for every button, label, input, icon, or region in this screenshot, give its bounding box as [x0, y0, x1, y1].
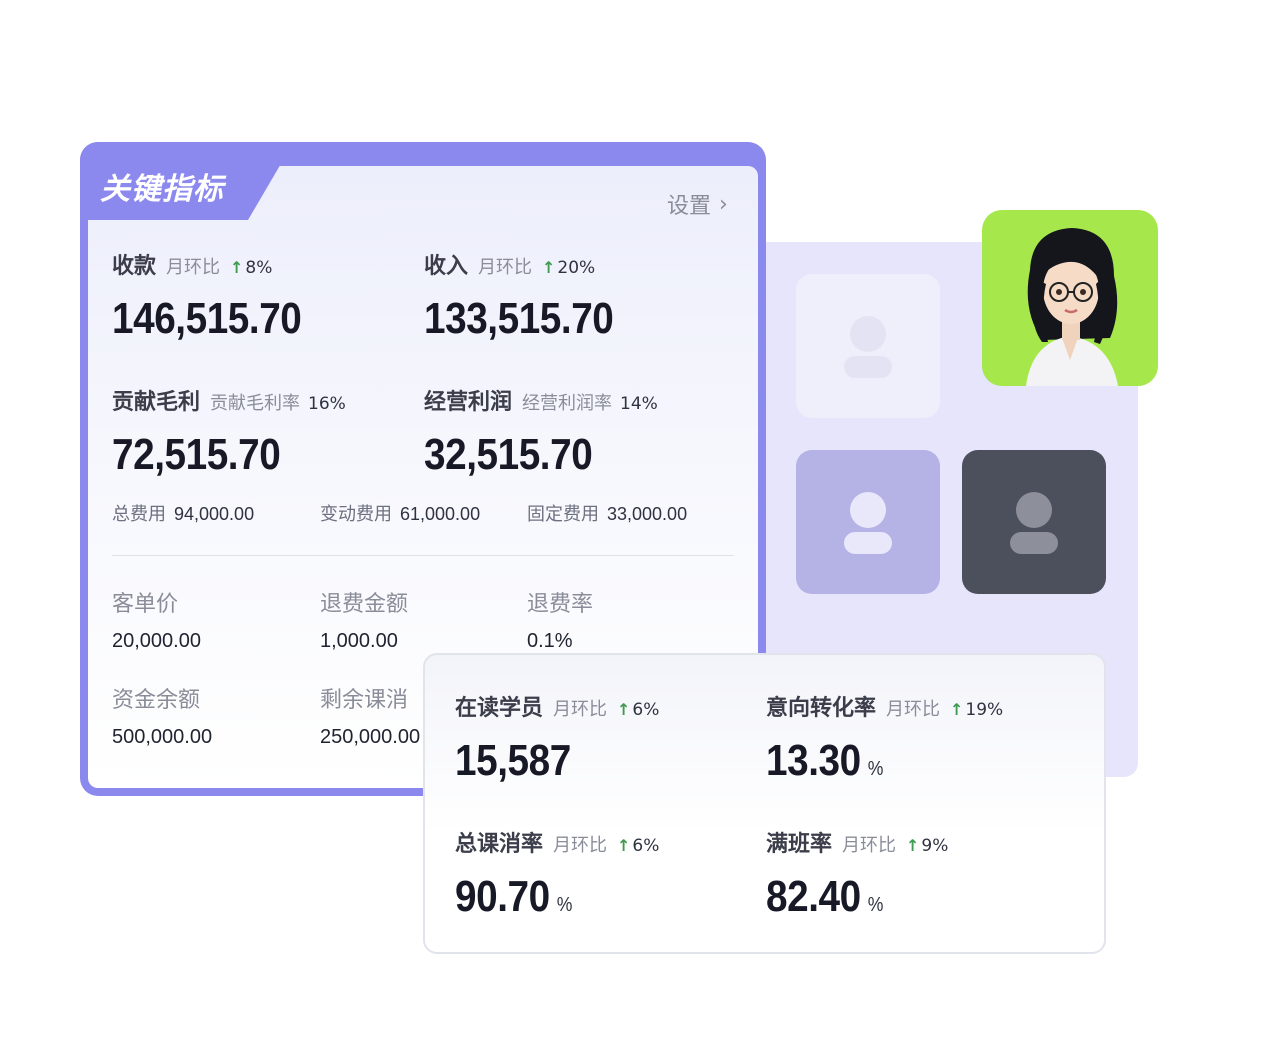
metric-name: 满班率	[766, 832, 833, 857]
trend-value: 20%	[557, 258, 596, 278]
metric-full-class-rate: 满班率 月环比 ↑ 9% 82.40%	[766, 826, 948, 922]
metric-name: 总课消率	[455, 832, 544, 857]
metric-value: 133,515.70	[424, 294, 614, 343]
fee-fixed: 固定费用 33,000.00	[527, 500, 687, 526]
metric-remaining-lessons: 剩余课消 250,000.00	[320, 682, 420, 749]
user-icon	[844, 316, 892, 378]
metric-label: 退费金额	[320, 592, 409, 617]
settings-link[interactable]: 设置 ›	[667, 188, 728, 220]
metric-unit: %	[867, 758, 884, 780]
trend-value: 19%	[965, 700, 1004, 720]
fee-value: 94,000.00	[174, 504, 255, 524]
arrow-up-icon: ↑	[950, 700, 964, 719]
fee-label: 固定费用	[527, 504, 599, 525]
trend-value: 6%	[632, 836, 660, 856]
metric-value: 20,000.00	[112, 630, 201, 652]
trend-indicator: ↑ 9%	[906, 836, 948, 856]
settings-label: 设置	[667, 194, 712, 219]
metric-value: 72,515.70	[112, 430, 281, 479]
trend-value: 8%	[245, 258, 273, 278]
metric-name: 贡献毛利	[112, 390, 201, 415]
metric-name: 意向转化率	[766, 696, 877, 721]
divider	[112, 555, 734, 556]
metric-operating-profit: 经营利润 经营利润率 14% 32,515.70	[424, 384, 658, 480]
metric-value: 82.40%	[766, 872, 927, 922]
metric-lesson-consumption-rate: 总课消率 月环比 ↑ 6% 90.70%	[455, 826, 659, 922]
metric-refund-amount: 退费金额 1,000.00	[320, 586, 408, 653]
fee-label: 变动费用	[320, 504, 392, 525]
card-title: 关键指标	[100, 172, 224, 207]
metric-value: 146,515.70	[112, 294, 302, 343]
chevron-right-icon: ›	[719, 191, 728, 217]
metric-value: 1,000.00	[320, 630, 398, 652]
trend-indicator: ↑ 6%	[617, 700, 659, 720]
metric-compare-label: 月环比	[842, 835, 897, 856]
trend-value: 6%	[632, 700, 660, 720]
avatar-placeholder-purple	[796, 450, 940, 594]
metric-name: 收款	[112, 254, 157, 279]
metric-value: 250,000.00	[320, 726, 421, 748]
trend-value: 9%	[921, 836, 949, 856]
metric-name: 经营利润	[424, 390, 513, 415]
arrow-up-icon: ↑	[617, 700, 631, 719]
metric-value: 13.30%	[766, 736, 975, 786]
avatar-placeholder-light	[796, 274, 940, 418]
metric-compare-label: 月环比	[553, 835, 608, 856]
user-icon	[844, 492, 892, 554]
metric-number: 82.40	[766, 872, 861, 921]
trend-indicator: ↑ 6%	[617, 836, 659, 856]
fee-variable: 变动费用 61,000.00	[320, 500, 480, 526]
metric-unit: %	[556, 894, 573, 916]
arrow-up-icon: ↑	[230, 258, 244, 277]
avatar-placeholder-dark	[962, 450, 1106, 594]
metric-value: 15,587	[455, 736, 635, 786]
metric-compare-label: 月环比	[478, 257, 533, 278]
metric-conversion-rate: 意向转化率 月环比 ↑ 19% 13.30%	[766, 690, 1003, 786]
trend-indicator: ↑ 20%	[542, 258, 595, 278]
metric-rate-label: 经营利润率	[522, 393, 613, 414]
metric-unit: %	[867, 894, 884, 916]
metric-label: 客单价	[112, 592, 179, 617]
arrow-up-icon: ↑	[542, 258, 556, 277]
trend-indicator: ↑ 19%	[950, 700, 1003, 720]
metric-label: 资金余额	[112, 688, 201, 713]
metric-rate-value: 16%	[308, 394, 346, 414]
metric-avg-order-value: 客单价 20,000.00	[112, 586, 201, 653]
metric-compare-label: 月环比	[553, 699, 608, 720]
metric-compare-label: 月环比	[886, 699, 941, 720]
metric-receipts: 收款 月环比 ↑ 8% 146,515.70	[112, 248, 327, 344]
metric-value: 500,000.00	[112, 726, 213, 748]
fee-total: 总费用 94,000.00	[112, 500, 254, 526]
arrow-up-icon: ↑	[617, 836, 631, 855]
trend-indicator: ↑ 8%	[230, 258, 272, 278]
metric-refund-rate: 退费率 0.1%	[527, 586, 593, 653]
metric-number: 90.70	[455, 872, 550, 921]
metric-rate-value: 14%	[620, 394, 658, 414]
user-photo-avatar	[982, 210, 1158, 386]
fee-value: 33,000.00	[607, 504, 688, 524]
metric-fund-balance: 资金余额 500,000.00	[112, 682, 212, 749]
metric-rate-label: 贡献毛利率	[210, 393, 301, 414]
arrow-up-icon: ↑	[906, 836, 920, 855]
metric-compare-label: 月环比	[166, 257, 221, 278]
metric-revenue: 收入 月环比 ↑ 20% 133,515.70	[424, 248, 639, 344]
metric-value: 0.1%	[527, 630, 573, 652]
metric-label: 退费率	[527, 592, 594, 617]
metric-value: 32,515.70	[424, 430, 593, 479]
metric-name: 收入	[424, 254, 469, 279]
fee-label: 总费用	[112, 504, 166, 525]
user-icon	[1010, 492, 1058, 554]
fee-value: 61,000.00	[400, 504, 481, 524]
metric-name: 在读学员	[455, 696, 544, 721]
metric-number: 13.30	[766, 736, 861, 785]
metric-value: 90.70%	[455, 872, 635, 922]
metric-number: 15,587	[455, 736, 571, 785]
metric-label: 剩余课消	[320, 688, 409, 713]
metric-gross-profit: 贡献毛利 贡献毛利率 16% 72,515.70	[112, 384, 346, 480]
metric-enrolled-students: 在读学员 月环比 ↑ 6% 15,587	[455, 690, 659, 786]
